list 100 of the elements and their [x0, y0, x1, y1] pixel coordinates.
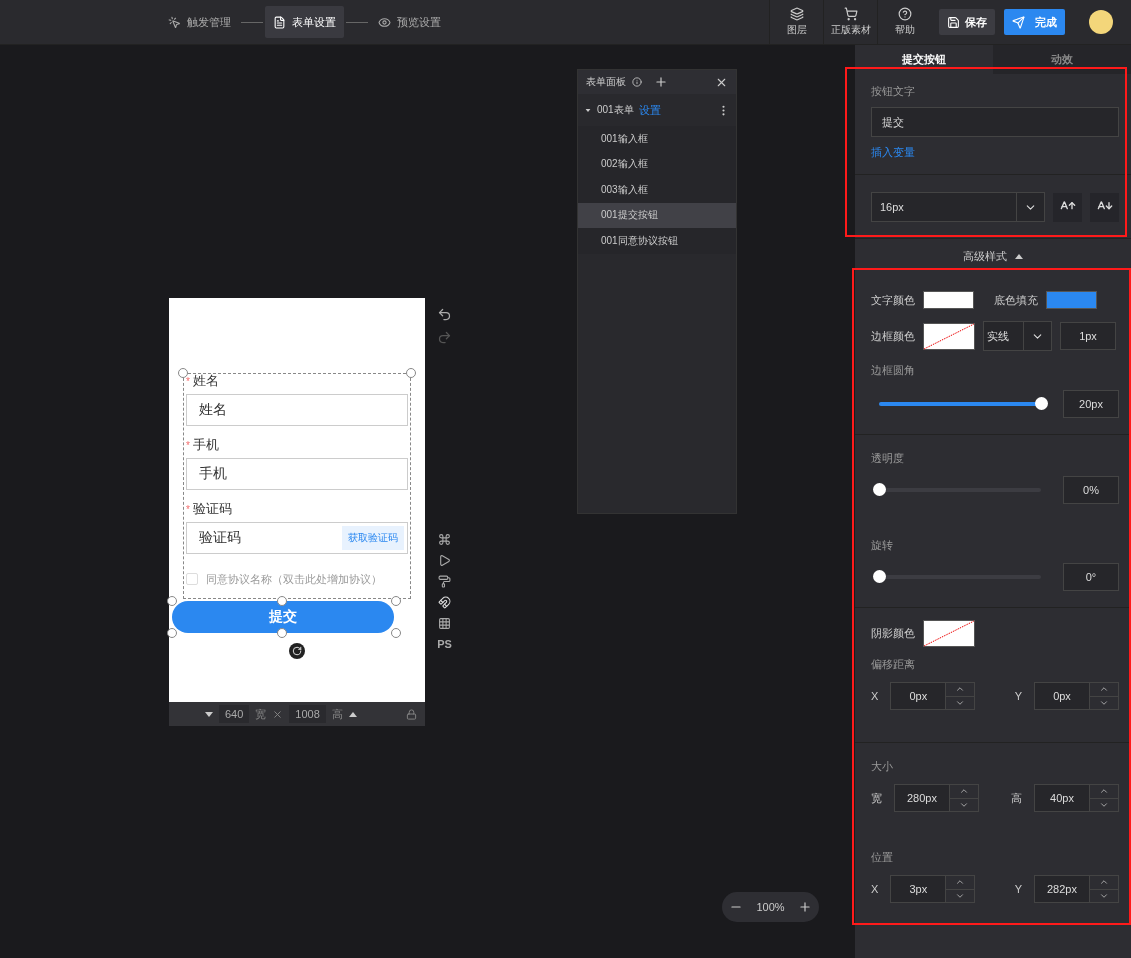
resize-handle[interactable] — [167, 628, 177, 638]
pointer-click-icon — [168, 15, 181, 29]
agreement-label: 同意协议名称（双击此处增加协议） — [206, 571, 382, 587]
required-mark: * — [186, 503, 190, 515]
axis-label: X — [871, 690, 879, 702]
axis-label: Y — [1014, 883, 1022, 895]
advanced-style-toggle[interactable]: 高级样式 — [855, 239, 1131, 273]
submit-button[interactable]: 提交 — [172, 601, 394, 633]
done-button[interactable]: 完成 — [1004, 9, 1065, 35]
command-icon — [438, 533, 451, 546]
undo-button[interactable] — [437, 307, 452, 322]
field-label: 阴影颜色 — [871, 626, 915, 641]
no-color-swatch[interactable] — [923, 322, 975, 350]
info-icon[interactable] — [632, 77, 642, 87]
settings-link[interactable]: 设置 — [638, 102, 661, 118]
layers-icon — [789, 7, 804, 21]
caret-icon[interactable] — [585, 108, 591, 112]
field-label: 姓名 — [192, 372, 219, 390]
field-label: 底色填充 — [994, 292, 1038, 308]
slider-thumb[interactable] — [1035, 397, 1048, 410]
field-label: 手机 — [192, 436, 219, 454]
caret-icon[interactable] — [348, 711, 357, 717]
axis-label: 高 — [1011, 790, 1022, 806]
magnet-icon — [438, 596, 451, 609]
caret-icon[interactable] — [1015, 253, 1023, 259]
border-width-field[interactable]: 1px — [1060, 322, 1116, 350]
color-swatch[interactable] — [923, 291, 974, 309]
field-label: 验证码 — [192, 500, 232, 518]
checkbox[interactable] — [186, 573, 198, 585]
magnet-button[interactable] — [438, 596, 451, 609]
axis-label: Y — [1014, 690, 1022, 702]
font-increase-button[interactable] — [1053, 192, 1082, 222]
step-tab[interactable]: 预览设置 — [370, 6, 449, 38]
font-decrease-button[interactable] — [1090, 192, 1119, 222]
grid-button[interactable] — [438, 617, 451, 630]
field-label: 边框圆角 — [871, 363, 916, 378]
paint-roller-button[interactable] — [438, 575, 451, 588]
height-value[interactable]: 1008 — [289, 705, 326, 723]
text-field[interactable]: 提交 — [871, 107, 1119, 137]
resize-handle[interactable] — [391, 628, 401, 638]
panel-tab[interactable]: 动效 — [993, 45, 1131, 74]
field-label: 大小 — [871, 759, 894, 774]
command-button[interactable] — [438, 533, 451, 546]
save-button[interactable]: 保存 — [939, 9, 995, 35]
resize-handle[interactable] — [391, 596, 401, 606]
field-label: 边框颜色 — [871, 328, 915, 344]
caret-icon[interactable] — [205, 711, 213, 717]
slider-thumb[interactable] — [873, 570, 886, 583]
times-icon — [272, 708, 284, 720]
required-mark: * — [186, 439, 190, 451]
resize-handle[interactable] — [277, 628, 287, 638]
input-field[interactable]: 验证码 获取验证码 — [186, 522, 408, 554]
document-icon — [273, 15, 286, 29]
toolbar-button[interactable]: 帮助 — [877, 0, 931, 45]
insert-variable-link[interactable]: 插入变量 — [871, 145, 1119, 160]
field-label: 透明度 — [871, 451, 905, 466]
value-field[interactable]: 0% — [1063, 476, 1119, 504]
add-icon[interactable] — [654, 75, 668, 89]
undo-icon — [437, 307, 452, 322]
axis-label: X — [871, 883, 879, 895]
help-icon — [897, 7, 912, 21]
zoom-in-icon[interactable] — [798, 900, 813, 914]
lock-icon[interactable] — [406, 708, 417, 720]
resize-handle[interactable] — [178, 368, 188, 378]
tree-root-label[interactable]: 001表单 — [597, 103, 634, 117]
slider-thumb[interactable] — [873, 483, 886, 496]
no-color-swatch[interactable] — [923, 620, 975, 647]
field-label: 旋转 — [871, 538, 894, 553]
resize-handle[interactable] — [277, 596, 287, 606]
input-field[interactable]: 手机 — [186, 458, 408, 490]
resize-handle[interactable] — [406, 368, 416, 378]
width-value[interactable]: 640 — [219, 705, 250, 723]
eye-icon — [378, 15, 391, 29]
play-button[interactable] — [438, 554, 451, 567]
axis-label: 宽 — [871, 790, 882, 806]
resize-handle[interactable] — [167, 596, 177, 606]
play-icon — [438, 554, 451, 567]
step-tab[interactable]: 触发管理 — [160, 6, 239, 38]
value-field[interactable]: 0° — [1063, 563, 1119, 591]
value-field[interactable]: 20px — [1063, 390, 1119, 418]
paper-plane-icon — [1012, 15, 1025, 29]
border-style-select[interactable]: 实线 — [983, 321, 1052, 351]
toolbar-button[interactable]: 正版素材 — [823, 0, 877, 45]
input-field[interactable]: 姓名 — [186, 394, 408, 426]
rotate-handle[interactable] — [289, 643, 305, 659]
tree-item[interactable]: 001提交按钮 — [578, 202, 736, 228]
grid-icon — [438, 617, 451, 630]
height-unit: 高 — [331, 706, 343, 722]
field-label: 位置 — [871, 850, 894, 865]
required-mark: * — [186, 375, 190, 387]
avatar[interactable] — [1089, 10, 1113, 34]
ps-button[interactable]: PS — [437, 638, 452, 650]
field-label: 偏移距离 — [871, 657, 916, 672]
font-size-select[interactable]: 16px — [871, 192, 1045, 222]
panel-title: 表单面板 — [586, 75, 626, 89]
color-swatch[interactable] — [1046, 291, 1097, 309]
step-tab[interactable]: 表单设置 — [265, 6, 344, 38]
toolbar-button[interactable]: 图层 — [769, 0, 823, 45]
redo-icon — [437, 330, 452, 345]
rotate-icon — [292, 646, 302, 656]
